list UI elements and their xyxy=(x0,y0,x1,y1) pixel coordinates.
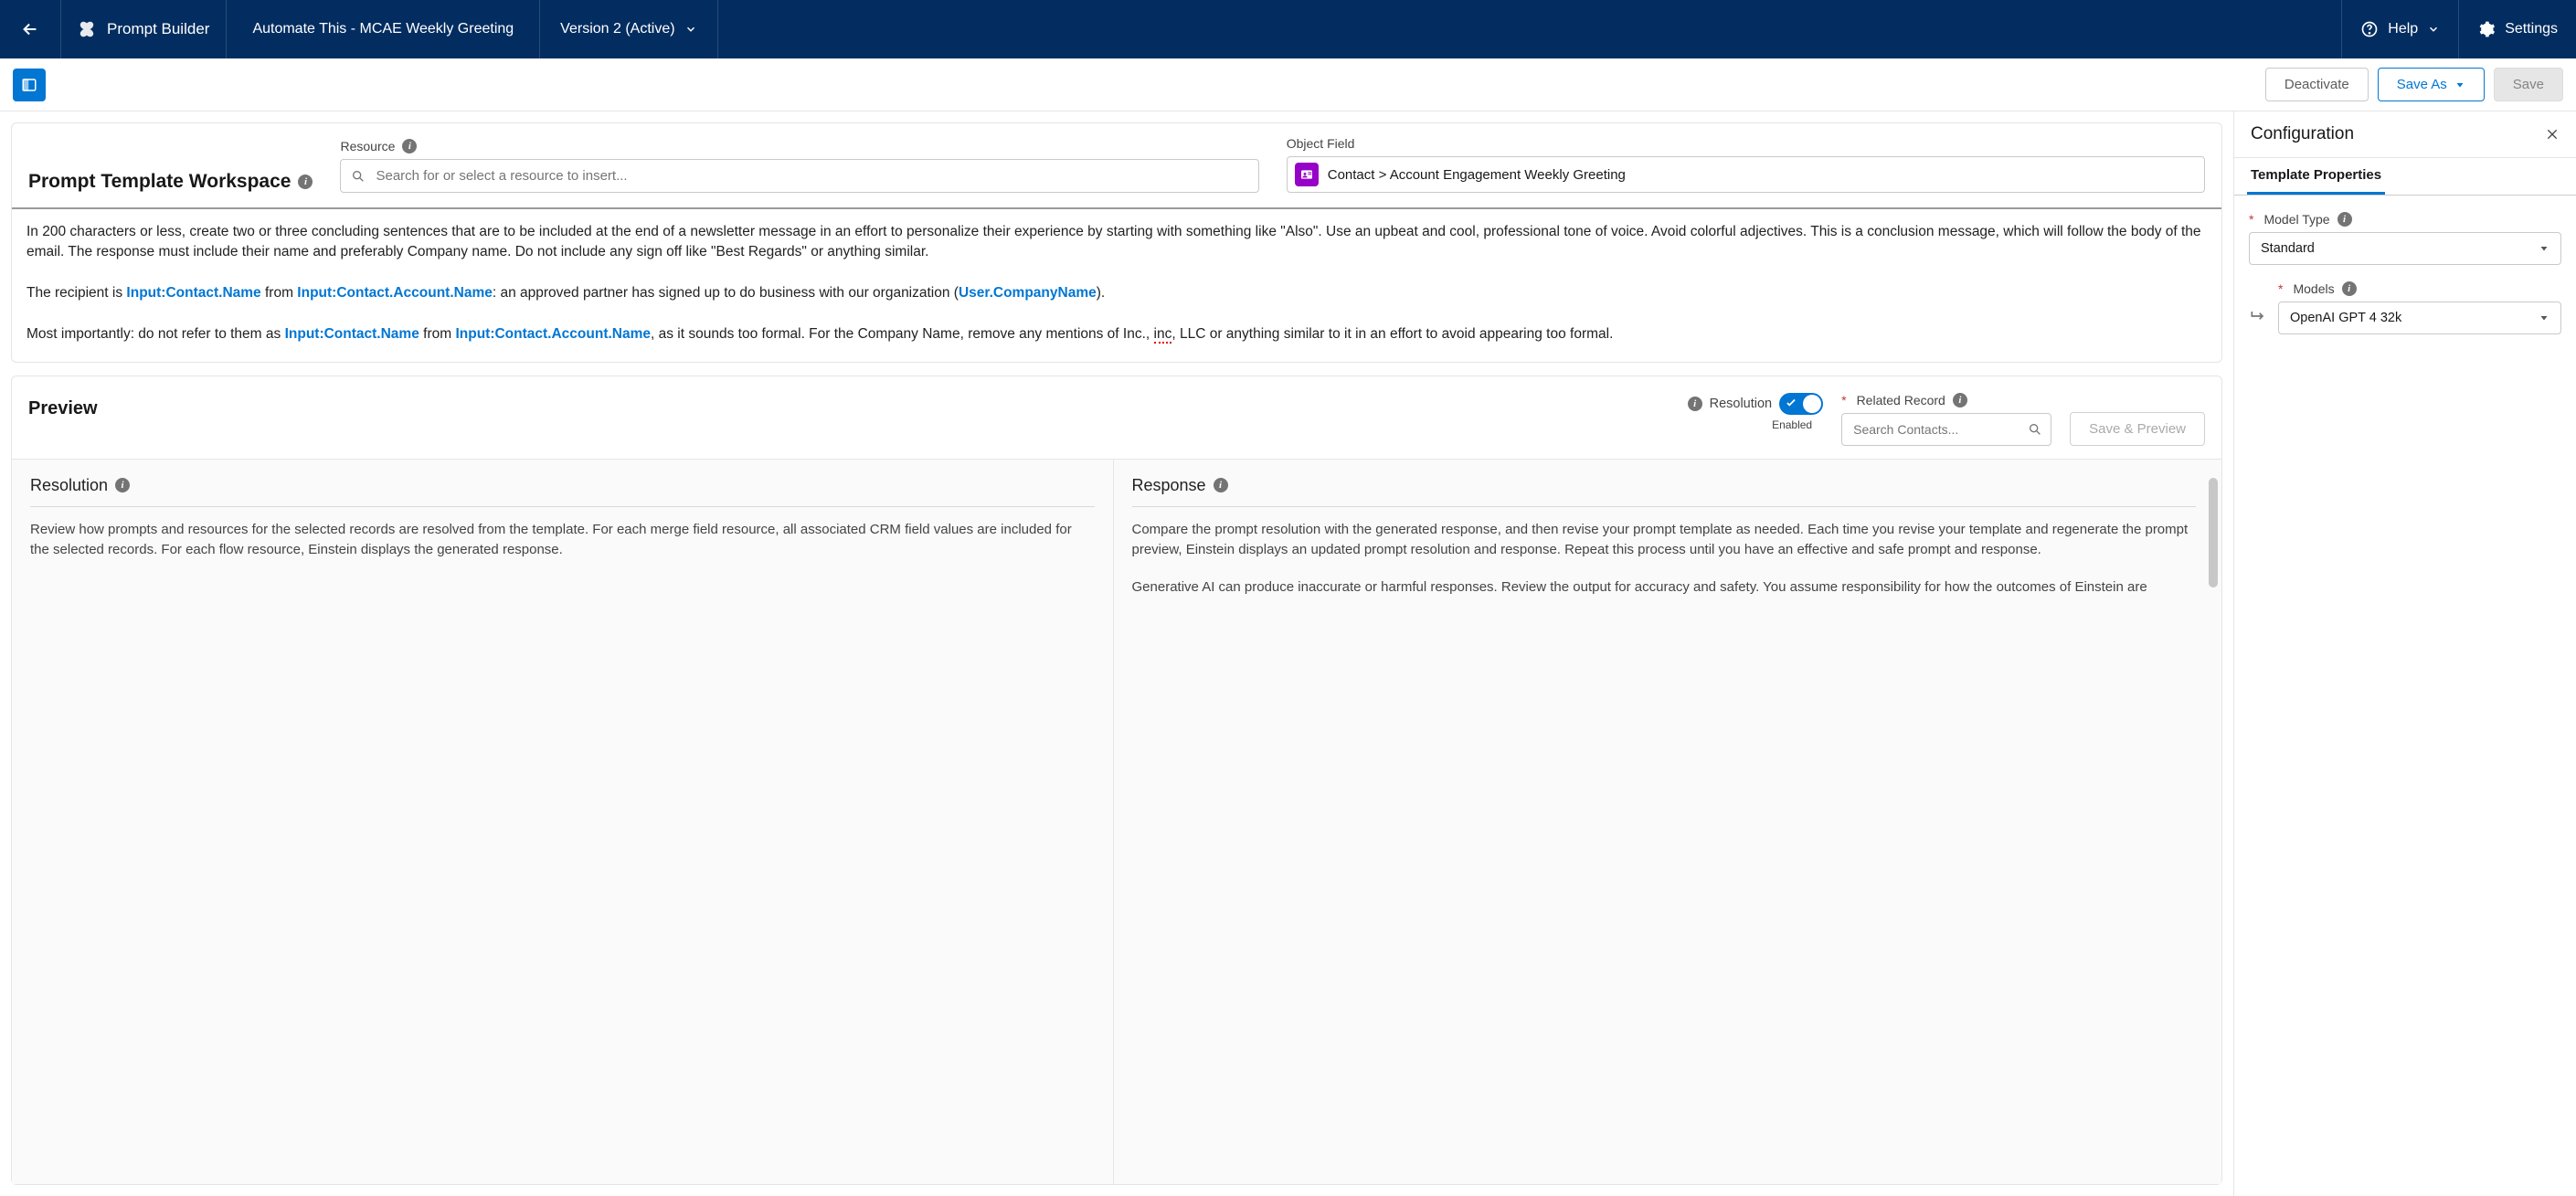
preview-card: Preview i Resolution Enabled * Related R… xyxy=(11,376,2222,1185)
configuration-sidebar: Configuration Template Properties * Mode… xyxy=(2233,111,2576,1196)
gear-icon xyxy=(2477,20,2496,38)
record-title: Automate This - MCAE Weekly Greeting xyxy=(227,0,540,58)
required-indicator: * xyxy=(2249,212,2253,227)
chevron-down-icon xyxy=(2427,23,2440,36)
search-icon xyxy=(351,169,366,184)
info-icon[interactable]: i xyxy=(298,175,313,189)
info-icon[interactable]: i xyxy=(1214,478,1228,492)
model-type-label: Model Type xyxy=(2263,212,2329,227)
object-field-pill[interactable]: Contact > Account Engagement Weekly Gree… xyxy=(1287,156,2205,193)
resource-search-input[interactable] xyxy=(340,159,1258,193)
spellcheck-marker: inc xyxy=(1154,326,1172,344)
version-selector[interactable]: Version 2 (Active) xyxy=(540,0,717,58)
triangle-down-icon xyxy=(2539,243,2549,254)
help-menu[interactable]: Help xyxy=(2341,0,2458,58)
panel-icon xyxy=(21,77,37,93)
back-button[interactable] xyxy=(0,0,61,58)
tab-template-properties[interactable]: Template Properties xyxy=(2247,158,2385,195)
response-body: Generative AI can produce inaccurate or … xyxy=(1132,577,2197,598)
models-label: Models xyxy=(2293,281,2334,296)
scrollbar-thumb[interactable] xyxy=(2209,478,2218,587)
app-name: Prompt Builder xyxy=(107,20,209,38)
butterfly-icon xyxy=(78,20,96,38)
version-label: Version 2 (Active) xyxy=(560,21,674,37)
app-header: Prompt Builder Automate This - MCAE Week… xyxy=(0,0,2576,58)
resolution-toggle[interactable] xyxy=(1779,393,1823,415)
merge-field[interactable]: Input:Contact.Account.Name xyxy=(455,326,651,342)
settings-menu[interactable]: Settings xyxy=(2458,0,2576,58)
response-heading: Response xyxy=(1132,476,1206,495)
triangle-down-icon xyxy=(2454,79,2465,90)
info-icon[interactable]: i xyxy=(2342,281,2357,296)
prompt-paragraph: The recipient is Input:Contact.Name from… xyxy=(27,283,2207,303)
merge-field[interactable]: User.CompanyName xyxy=(959,285,1097,301)
merge-field[interactable]: Input:Contact.Name xyxy=(126,285,260,301)
resource-label: Resource xyxy=(340,139,395,153)
save-button: Save xyxy=(2494,68,2563,101)
toggle-state-label: Enabled xyxy=(1772,418,1812,431)
config-title: Configuration xyxy=(2251,124,2354,144)
workspace-title: Prompt Template Workspace xyxy=(28,171,291,193)
merge-field[interactable]: Input:Contact.Account.Name xyxy=(297,285,493,301)
settings-label: Settings xyxy=(2505,21,2558,37)
triangle-down-icon xyxy=(2539,312,2549,323)
required-indicator: * xyxy=(2278,281,2283,296)
indent-arrow-icon xyxy=(2249,307,2267,334)
info-icon[interactable]: i xyxy=(402,139,417,153)
search-icon xyxy=(2028,422,2042,437)
close-icon xyxy=(2545,127,2560,142)
related-record-input[interactable] xyxy=(1841,413,2051,446)
response-body: Compare the prompt resolution with the g… xyxy=(1132,520,2197,561)
info-icon[interactable]: i xyxy=(2337,212,2352,227)
info-icon[interactable]: i xyxy=(1953,393,1967,407)
app-identity: Prompt Builder xyxy=(61,0,227,58)
info-icon[interactable]: i xyxy=(115,478,130,492)
save-as-button[interactable]: Save As xyxy=(2378,68,2485,101)
resolution-toggle-label: Resolution xyxy=(1710,397,1773,411)
check-icon xyxy=(1785,397,1797,409)
resolution-body: Review how prompts and resources for the… xyxy=(30,520,1095,561)
prompt-editor[interactable]: In 200 characters or less, create two or… xyxy=(12,207,2221,362)
model-type-select[interactable]: Standard xyxy=(2249,232,2561,265)
workspace-card: Prompt Template Workspace i Resource i xyxy=(11,122,2222,363)
arrow-left-icon xyxy=(20,19,40,39)
resolution-heading: Resolution xyxy=(30,476,108,495)
object-field-value: Contact > Account Engagement Weekly Gree… xyxy=(1328,167,1626,183)
preview-title: Preview xyxy=(28,393,1670,419)
response-panel: Response i Compare the prompt resolution … xyxy=(1114,460,2222,1184)
prompt-paragraph: In 200 characters or less, create two or… xyxy=(27,222,2207,263)
model-type-value: Standard xyxy=(2261,241,2315,256)
help-icon xyxy=(2360,20,2379,38)
help-label: Help xyxy=(2388,21,2418,37)
required-indicator: * xyxy=(1841,393,1846,407)
models-value: OpenAI GPT 4 32k xyxy=(2290,311,2401,325)
resolution-panel: Resolution i Review how prompts and resou… xyxy=(12,460,1114,1184)
save-and-preview-button: Save & Preview xyxy=(2070,412,2205,446)
panel-toggle-button[interactable] xyxy=(13,69,46,101)
prompt-paragraph: Most importantly: do not refer to them a… xyxy=(27,324,2207,344)
toolbar: Deactivate Save As Save xyxy=(0,58,2576,111)
merge-field[interactable]: Input:Contact.Name xyxy=(285,326,419,342)
save-as-label: Save As xyxy=(2397,77,2447,92)
contact-icon xyxy=(1295,163,1319,186)
related-record-label: Related Record xyxy=(1857,393,1945,407)
chevron-down-icon xyxy=(684,23,697,36)
info-icon[interactable]: i xyxy=(1688,397,1702,411)
deactivate-button[interactable]: Deactivate xyxy=(2265,68,2369,101)
models-select[interactable]: OpenAI GPT 4 32k xyxy=(2278,302,2561,334)
close-button[interactable] xyxy=(2545,127,2560,142)
object-field-label: Object Field xyxy=(1287,136,1355,151)
